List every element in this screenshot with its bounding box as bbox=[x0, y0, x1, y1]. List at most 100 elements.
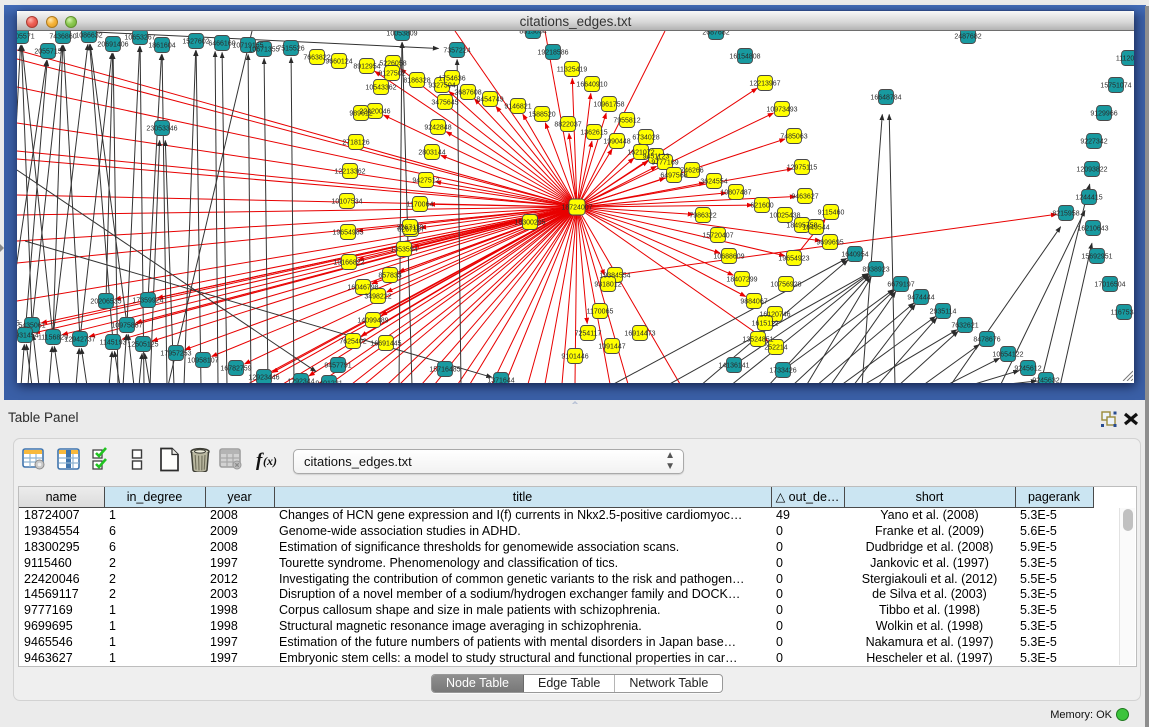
svg-text:2935114: 2935114 bbox=[930, 309, 957, 316]
svg-text:7625402: 7625402 bbox=[339, 339, 366, 346]
svg-text:1145193: 1145193 bbox=[100, 340, 127, 347]
svg-text:(x): (x) bbox=[263, 454, 277, 468]
svg-text:7986322: 7986322 bbox=[689, 213, 716, 220]
svg-text:10543362: 10543362 bbox=[365, 85, 396, 92]
svg-text:17359924: 17359924 bbox=[132, 298, 163, 305]
svg-text:15692951: 15692951 bbox=[1081, 254, 1112, 261]
svg-text:9115460: 9115460 bbox=[818, 210, 845, 217]
svg-text:9101446: 9101446 bbox=[561, 354, 588, 361]
svg-text:9660124: 9660124 bbox=[325, 59, 352, 66]
svg-text:19218586: 19218586 bbox=[537, 50, 568, 57]
svg-text:989612: 989612 bbox=[349, 111, 372, 118]
svg-text:16154808: 16154808 bbox=[729, 54, 760, 61]
svg-text:1362615: 1362615 bbox=[580, 130, 607, 137]
svg-text:3267110: 3267110 bbox=[397, 225, 424, 232]
svg-text:14136141: 14136141 bbox=[718, 363, 749, 370]
svg-text:857833: 857833 bbox=[378, 273, 401, 280]
svg-text:7357224: 7357224 bbox=[443, 48, 470, 55]
svg-text:16648784: 16648784 bbox=[870, 95, 901, 102]
svg-text:6679197: 6679197 bbox=[887, 282, 914, 289]
svg-text:12213362: 12213362 bbox=[334, 169, 365, 176]
svg-text:18300295: 18300295 bbox=[514, 220, 545, 227]
svg-text:9245632: 9245632 bbox=[1032, 378, 1059, 384]
svg-text:10975887: 10975887 bbox=[111, 323, 142, 330]
svg-text:7254117: 7254117 bbox=[575, 331, 602, 338]
svg-text:6734028: 6734028 bbox=[632, 135, 659, 142]
svg-text:23053346: 23053346 bbox=[146, 126, 177, 133]
svg-text:1733426: 1733426 bbox=[769, 368, 796, 375]
svg-text:8215958: 8215958 bbox=[1052, 211, 1079, 218]
svg-text:8478676: 8478676 bbox=[973, 337, 1000, 344]
svg-text:20206535: 20206535 bbox=[90, 299, 121, 306]
svg-text:12093822: 12093822 bbox=[1076, 167, 1107, 174]
svg-text:5435061: 5435061 bbox=[18, 323, 45, 330]
svg-text:10671355: 10671355 bbox=[248, 47, 279, 54]
svg-text:12213967: 12213967 bbox=[749, 81, 780, 88]
svg-text:8822037: 8822037 bbox=[554, 122, 581, 129]
svg-text:16046798: 16046798 bbox=[347, 285, 378, 292]
svg-text:19384554: 19384554 bbox=[599, 273, 630, 280]
svg-text:2055715: 2055715 bbox=[34, 49, 61, 56]
svg-text:3931454: 3931454 bbox=[17, 333, 39, 340]
svg-text:8454749: 8454749 bbox=[476, 97, 503, 104]
svg-text:2687608: 2687608 bbox=[454, 90, 481, 97]
svg-text:3624554: 3624554 bbox=[700, 179, 727, 186]
svg-text:2487682: 2487682 bbox=[954, 34, 981, 41]
svg-text:9427512: 9427512 bbox=[412, 178, 439, 185]
svg-text:9401221: 9401221 bbox=[315, 381, 342, 384]
svg-text:10654122: 10654122 bbox=[992, 352, 1023, 359]
svg-text:12975115: 12975115 bbox=[787, 165, 818, 172]
svg-text:9227342: 9227342 bbox=[1080, 139, 1107, 146]
svg-text:1371644: 1371644 bbox=[487, 378, 514, 384]
svg-text:1086632: 1086632 bbox=[75, 33, 102, 40]
svg-text:16210643: 16210643 bbox=[1077, 226, 1108, 233]
svg-text:3475645: 3475645 bbox=[431, 100, 458, 107]
svg-text:9242848: 9242848 bbox=[424, 125, 451, 132]
svg-text:1353594: 1353594 bbox=[390, 247, 417, 254]
svg-text:7485063: 7485063 bbox=[780, 134, 807, 141]
svg-text:1292344: 1292344 bbox=[287, 379, 314, 384]
svg-text:9327504: 9327504 bbox=[428, 83, 455, 90]
svg-text:12505125: 12505125 bbox=[127, 342, 158, 349]
svg-text:12923446: 12923446 bbox=[248, 375, 279, 382]
svg-text:2687682: 2687682 bbox=[702, 31, 729, 37]
svg-text:19654923: 19654923 bbox=[778, 256, 809, 263]
svg-text:8912954: 8912954 bbox=[353, 64, 380, 71]
svg-text:1640954: 1640954 bbox=[841, 252, 868, 259]
svg-text:9129966: 9129966 bbox=[1090, 111, 1117, 118]
svg-text:17957253: 17957253 bbox=[160, 351, 191, 358]
svg-text:9463627: 9463627 bbox=[791, 194, 818, 201]
svg-text:1588520: 1588520 bbox=[528, 112, 555, 119]
svg-text:1861604: 1861604 bbox=[148, 43, 175, 50]
svg-text:1170065: 1170065 bbox=[587, 309, 614, 316]
svg-text:1527602: 1527602 bbox=[182, 39, 209, 46]
svg-text:1112045: 1112045 bbox=[1116, 56, 1134, 63]
svg-text:10025438: 10025438 bbox=[769, 213, 800, 220]
svg-text:621600: 621600 bbox=[750, 203, 773, 210]
svg-text:1170064: 1170064 bbox=[407, 202, 434, 209]
svg-text:1905571: 1905571 bbox=[17, 34, 35, 41]
svg-text:17016504: 17016504 bbox=[1094, 282, 1125, 289]
svg-text:19654985: 19654985 bbox=[332, 230, 363, 237]
svg-text:13524851: 13524851 bbox=[742, 337, 773, 344]
svg-text:15716485: 15716485 bbox=[429, 367, 460, 374]
svg-text:18724007: 18724007 bbox=[561, 205, 592, 212]
svg-text:16691445: 16691445 bbox=[370, 341, 401, 348]
svg-text:1244415: 1244415 bbox=[1075, 195, 1102, 202]
svg-text:2718126: 2718126 bbox=[342, 140, 369, 147]
svg-text:16120746: 16120746 bbox=[759, 312, 790, 319]
svg-text:11325419: 11325419 bbox=[557, 67, 588, 74]
svg-text:2803144: 2803144 bbox=[418, 150, 445, 157]
svg-text:10653267: 10653267 bbox=[124, 35, 155, 42]
svg-text:8813054: 8813054 bbox=[519, 31, 546, 36]
svg-text:746266: 746266 bbox=[680, 168, 703, 175]
svg-text:15720407: 15720407 bbox=[702, 233, 733, 240]
svg-text:10756928: 10756928 bbox=[770, 282, 801, 289]
svg-text:10053809: 10053809 bbox=[386, 31, 417, 38]
svg-text:9245612: 9245612 bbox=[1014, 366, 1041, 373]
svg-text:9474444: 9474444 bbox=[907, 295, 934, 302]
svg-text:10107534: 10107534 bbox=[331, 199, 362, 206]
svg-text:9146821: 9146821 bbox=[504, 104, 531, 111]
svg-text:20691406: 20691406 bbox=[97, 42, 128, 49]
svg-text:8938923: 8938923 bbox=[862, 267, 889, 274]
